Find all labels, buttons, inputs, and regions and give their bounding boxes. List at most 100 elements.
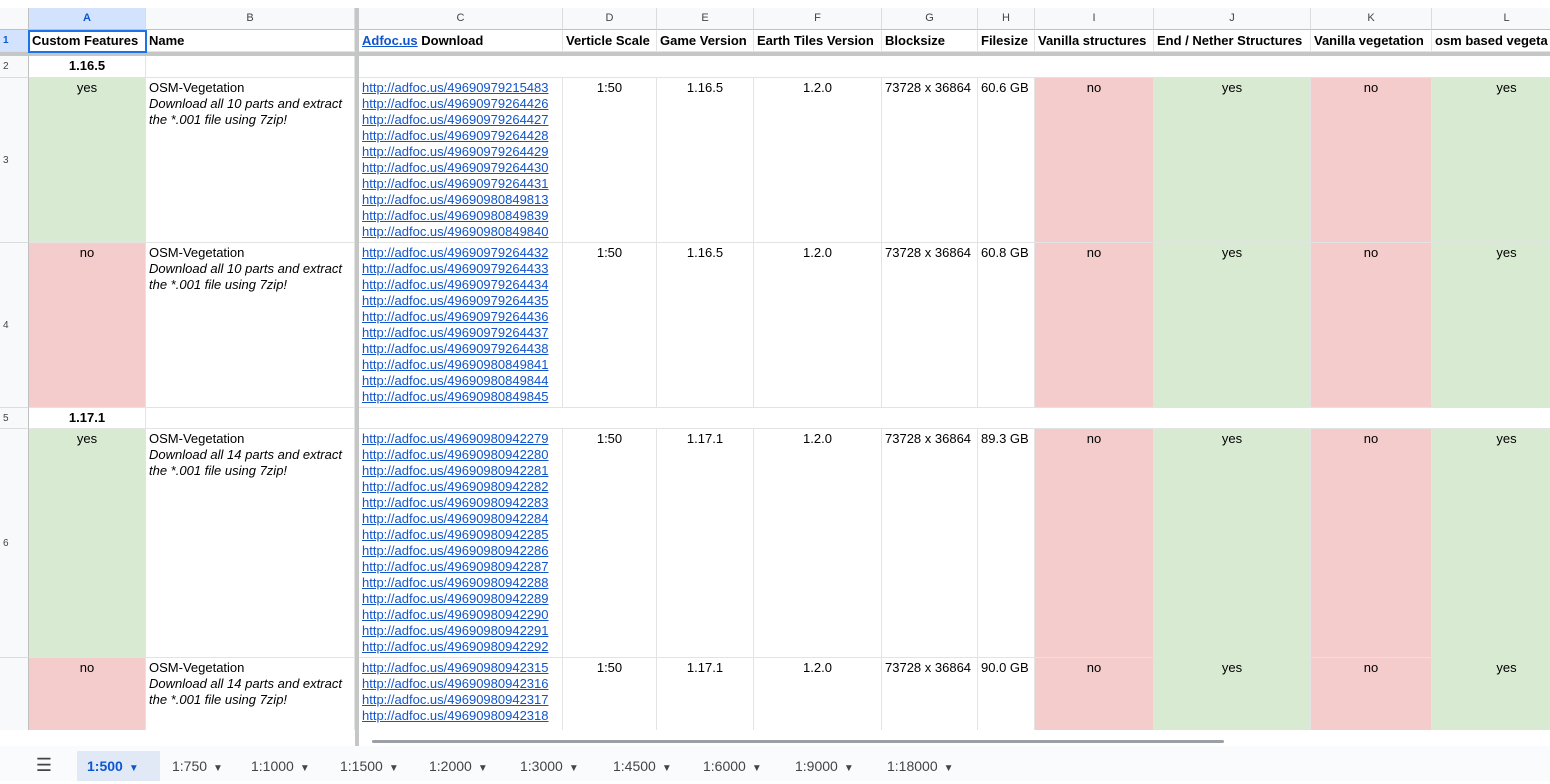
sheet-tab-1-1000[interactable]: 1:1000 ▼ [241, 751, 326, 781]
column-header-e[interactable]: E [657, 8, 754, 30]
download-link[interactable]: http://adfoc.us/49690980849840 [362, 224, 559, 240]
game-version-cell[interactable]: 1.17.1 [657, 429, 754, 658]
download-link[interactable]: http://adfoc.us/49690979264437 [362, 325, 559, 341]
download-link[interactable]: http://adfoc.us/49690979264432 [362, 245, 559, 261]
download-link[interactable]: http://adfoc.us/49690980942292 [362, 639, 559, 655]
download-link[interactable]: http://adfoc.us/49690979215483 [362, 80, 559, 96]
empty-cell[interactable] [359, 408, 1550, 429]
end-nether-cell[interactable]: yes [1154, 78, 1311, 243]
game-version-cell[interactable]: 1.16.5 [657, 243, 754, 408]
custom-features-cell[interactable]: no [29, 658, 146, 730]
download-link[interactable]: http://adfoc.us/49690980942316 [362, 676, 559, 692]
header-filesize[interactable]: Filesize [978, 30, 1035, 52]
vanilla-structures-cell[interactable]: no [1035, 429, 1154, 658]
adfocus-link[interactable]: Adfoc.us [362, 33, 418, 48]
filesize-cell[interactable]: 89.3 GB [978, 429, 1035, 658]
download-link[interactable]: http://adfoc.us/49690980849841 [362, 357, 559, 373]
frozen-column-divider[interactable] [355, 8, 359, 746]
download-link[interactable]: http://adfoc.us/49690980849839 [362, 208, 559, 224]
group-label-2[interactable]: 1.17.1 [29, 408, 146, 429]
download-links-cell[interactable]: http://adfoc.us/49690980942279 http://ad… [359, 429, 563, 658]
download-link[interactable]: http://adfoc.us/49690980849844 [362, 373, 559, 389]
end-nether-cell[interactable]: yes [1154, 429, 1311, 658]
sheet-tab-1-1500[interactable]: 1:1500 ▼ [330, 751, 415, 781]
scale-cell[interactable]: 1:50 [563, 429, 657, 658]
chevron-down-icon[interactable]: ▼ [213, 763, 223, 774]
download-link[interactable]: http://adfoc.us/49690980942287 [362, 559, 559, 575]
vanilla-vegetation-cell[interactable]: no [1311, 658, 1432, 730]
header-game-version[interactable]: Game Version [657, 30, 754, 52]
download-link[interactable]: http://adfoc.us/49690980849813 [362, 192, 559, 208]
vanilla-vegetation-cell[interactable]: no [1311, 429, 1432, 658]
end-nether-cell[interactable]: yes [1154, 658, 1311, 730]
horizontal-scrollbar[interactable] [372, 740, 1224, 743]
all-sheets-menu-icon[interactable]: ☰ [30, 754, 58, 776]
column-header-k[interactable]: K [1311, 8, 1432, 30]
download-link[interactable]: http://adfoc.us/49690980942315 [362, 660, 559, 676]
column-header-l[interactable]: L [1432, 8, 1550, 30]
download-link[interactable]: http://adfoc.us/49690980942289 [362, 591, 559, 607]
download-link[interactable]: http://adfoc.us/49690979264431 [362, 176, 559, 192]
empty-cell[interactable] [146, 408, 355, 429]
download-link[interactable]: http://adfoc.us/49690980942288 [362, 575, 559, 591]
download-link[interactable]: http://adfoc.us/49690980942283 [362, 495, 559, 511]
name-cell[interactable]: OSM-Vegetation Download all 14 parts and… [146, 658, 355, 730]
vanilla-structures-cell[interactable]: no [1035, 78, 1154, 243]
row-header-7[interactable] [0, 658, 29, 730]
download-link[interactable]: http://adfoc.us/49690980942290 [362, 607, 559, 623]
scale-cell[interactable]: 1:50 [563, 658, 657, 730]
header-blocksize[interactable]: Blocksize [882, 30, 978, 52]
download-link[interactable]: http://adfoc.us/49690979264428 [362, 128, 559, 144]
download-link[interactable]: http://adfoc.us/49690979264430 [362, 160, 559, 176]
custom-features-cell[interactable]: yes [29, 78, 146, 243]
row-header-5[interactable]: 5 [0, 408, 29, 429]
sheet-tab-1-6000[interactable]: 1:6000 ▼ [693, 751, 781, 781]
download-link[interactable]: http://adfoc.us/49690980942286 [362, 543, 559, 559]
download-link[interactable]: http://adfoc.us/49690979264427 [362, 112, 559, 128]
end-nether-cell[interactable]: yes [1154, 243, 1311, 408]
header-scale[interactable]: Verticle Scale [563, 30, 657, 52]
filesize-cell[interactable]: 90.0 GB [978, 658, 1035, 730]
row-header-6[interactable]: 6 [0, 429, 29, 658]
osm-vegetation-cell[interactable]: yes [1432, 429, 1550, 658]
name-cell[interactable]: OSM-Vegetation Download all 14 parts and… [146, 429, 355, 658]
chevron-down-icon[interactable]: ▼ [844, 763, 854, 774]
download-links-cell[interactable]: http://adfoc.us/49690980942315 http://ad… [359, 658, 563, 730]
chevron-down-icon[interactable]: ▼ [478, 763, 488, 774]
osm-vegetation-cell[interactable]: yes [1432, 658, 1550, 730]
chevron-down-icon[interactable]: ▼ [944, 763, 954, 774]
filesize-cell[interactable]: 60.6 GB [978, 78, 1035, 243]
vanilla-structures-cell[interactable]: no [1035, 658, 1154, 730]
row-header-3[interactable]: 3 [0, 78, 29, 243]
osm-vegetation-cell[interactable]: yes [1432, 243, 1550, 408]
earth-tiles-cell[interactable]: 1.2.0 [754, 78, 882, 243]
header-download[interactable]: Adfoc.us Download [359, 30, 563, 52]
column-header-i[interactable]: I [1035, 8, 1154, 30]
chevron-down-icon[interactable]: ▼ [752, 763, 762, 774]
scale-cell[interactable]: 1:50 [563, 78, 657, 243]
vanilla-vegetation-cell[interactable]: no [1311, 78, 1432, 243]
download-link[interactable]: http://adfoc.us/49690979264426 [362, 96, 559, 112]
download-link[interactable]: http://adfoc.us/49690979264435 [362, 293, 559, 309]
sheet-tab-1-2000[interactable]: 1:2000 ▼ [419, 751, 507, 781]
vanilla-vegetation-cell[interactable]: no [1311, 243, 1432, 408]
game-version-cell[interactable]: 1.16.5 [657, 78, 754, 243]
download-link[interactable]: http://adfoc.us/49690980942279 [362, 431, 559, 447]
chevron-down-icon[interactable]: ▼ [569, 763, 579, 774]
earth-tiles-cell[interactable]: 1.2.0 [754, 429, 882, 658]
name-cell[interactable]: OSM-Vegetation Download all 10 parts and… [146, 78, 355, 243]
download-link[interactable]: http://adfoc.us/49690979264429 [362, 144, 559, 160]
select-all-corner[interactable] [0, 8, 29, 30]
earth-tiles-cell[interactable]: 1.2.0 [754, 243, 882, 408]
sheet-tab-1-4500[interactable]: 1:4500 ▼ [603, 751, 691, 781]
osm-vegetation-cell[interactable]: yes [1432, 78, 1550, 243]
vanilla-structures-cell[interactable]: no [1035, 243, 1154, 408]
row-header-1[interactable]: 1 [0, 30, 29, 52]
header-end-nether[interactable]: End / Nether Structures [1154, 30, 1311, 52]
chevron-down-icon[interactable]: ▼ [389, 763, 399, 774]
filesize-cell[interactable]: 60.8 GB [978, 243, 1035, 408]
download-link[interactable]: http://adfoc.us/49690980942318 [362, 708, 559, 724]
download-link[interactable]: http://adfoc.us/49690980942284 [362, 511, 559, 527]
sheet-tab-1-750[interactable]: 1:750 ▼ [162, 751, 238, 781]
sheet-tab-1-500[interactable]: 1:500 ▼ [77, 751, 160, 781]
